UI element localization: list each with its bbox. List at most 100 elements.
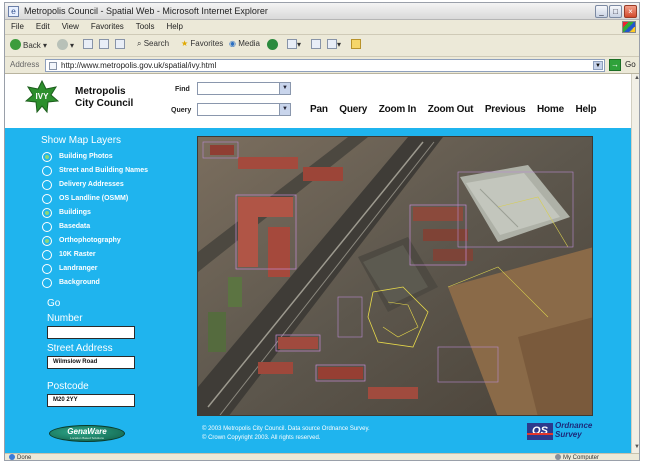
status-text: Done	[9, 454, 31, 460]
map-toolbar-nav: Pan Query Zoom In Zoom Out Previous Home…	[310, 104, 605, 115]
menu-tools[interactable]: Tools	[130, 20, 161, 31]
main-panel: Show Map Layers Building Photos Street a…	[5, 128, 631, 453]
back-button[interactable]: Back ▾	[10, 39, 47, 50]
nav-query[interactable]: Query	[339, 104, 367, 115]
search-button[interactable]: ⌕ Search	[137, 39, 169, 49]
layer-radio[interactable]	[42, 264, 52, 274]
nav-previous[interactable]: Previous	[485, 104, 526, 115]
scroll-up-icon[interactable]: ▲	[633, 75, 639, 83]
minimize-button[interactable]: _	[595, 5, 608, 18]
os-logo-box: OS	[527, 423, 553, 440]
layer-item[interactable]: OS Landline (OSMM)	[41, 193, 148, 207]
address-label: Address	[10, 60, 40, 69]
layer-item[interactable]: Landranger	[41, 263, 148, 277]
aerial-map[interactable]	[197, 136, 593, 416]
history-icon	[267, 39, 278, 50]
layer-radio[interactable]	[42, 222, 52, 232]
maximize-button[interactable]: □	[609, 5, 622, 18]
chevron-down-icon[interactable]: ▼	[279, 104, 290, 115]
nav-help[interactable]: Help	[576, 104, 597, 115]
find-label: Find	[175, 86, 190, 93]
scroll-down-icon[interactable]: ▼	[633, 444, 639, 452]
layer-item[interactable]: Delivery Addresses	[41, 179, 148, 193]
site-header: IVY Metropolis City Council Find ▼ Query…	[5, 74, 631, 128]
number-input[interactable]	[47, 326, 135, 339]
edit-icon	[327, 39, 337, 49]
zone-text: My Computer	[554, 454, 599, 460]
favorites-button[interactable]: ★ Favorites	[181, 39, 223, 48]
query-label: Query	[171, 107, 192, 114]
layer-item[interactable]: 10K Raster	[41, 249, 148, 263]
go-button[interactable]: Go	[625, 60, 636, 69]
nav-zoom-in[interactable]: Zoom In	[379, 104, 417, 115]
print-button[interactable]	[311, 39, 321, 49]
menu-favorites[interactable]: Favorites	[85, 20, 130, 31]
refresh-button[interactable]	[99, 39, 109, 49]
edit-button[interactable]: ▾	[327, 39, 341, 49]
mail-icon	[287, 39, 297, 49]
query-select[interactable]: ▼	[197, 103, 291, 116]
layer-radio[interactable]	[42, 194, 52, 204]
go-link[interactable]: Go	[47, 298, 60, 309]
ie-icon: e	[8, 6, 19, 17]
mail-button[interactable]: ▾	[287, 39, 301, 49]
history-button[interactable]	[267, 39, 280, 50]
layer-radio[interactable]	[42, 180, 52, 190]
menu-help[interactable]: Help	[160, 20, 188, 31]
browser-window: e Metropolis Council - Spatial Web - Mic…	[4, 2, 640, 461]
layer-radio[interactable]	[42, 250, 52, 260]
menu-view[interactable]: View	[56, 20, 85, 31]
menu-edit[interactable]: Edit	[30, 20, 56, 31]
star-icon: ★	[181, 39, 189, 48]
layer-item[interactable]: Building Photos	[41, 151, 148, 165]
folder-button[interactable]	[351, 39, 361, 49]
go-arrow-icon[interactable]: →	[609, 59, 621, 71]
nav-zoom-out[interactable]: Zoom Out	[428, 104, 474, 115]
media-button[interactable]: ◉ Media	[229, 39, 260, 48]
layer-radio[interactable]	[42, 166, 52, 176]
chevron-down-icon[interactable]: ▼	[279, 83, 290, 94]
layer-radio[interactable]	[42, 208, 52, 218]
postcode-label: Postcode	[47, 381, 89, 392]
windows-flag-icon	[622, 21, 636, 33]
address-input[interactable]: http://www.metropolis.gov.uk/spatial/ivy…	[45, 59, 605, 72]
street-address-input[interactable]: Wilmslow Road	[47, 356, 135, 369]
stop-icon	[83, 39, 93, 49]
page-status-icon	[9, 454, 15, 460]
close-button[interactable]: ×	[624, 5, 637, 18]
postcode-input[interactable]: M20 2YY	[47, 394, 135, 407]
nav-pan[interactable]: Pan	[310, 104, 328, 115]
layer-radio[interactable]	[42, 278, 52, 288]
layer-radio[interactable]	[42, 152, 52, 162]
forward-button[interactable]: ▾	[57, 39, 74, 50]
orthophoto-image	[198, 137, 592, 415]
layer-item[interactable]: Street and Building Names	[41, 165, 148, 179]
layer-item[interactable]: Orthophotography	[41, 235, 148, 249]
stop-button[interactable]	[83, 39, 93, 49]
layer-item[interactable]: Buildings	[41, 207, 148, 221]
address-bar: Address http://www.metropolis.gov.uk/spa…	[5, 57, 639, 74]
home-button[interactable]	[115, 39, 125, 49]
folder-icon	[351, 39, 361, 49]
layer-item[interactable]: Background	[41, 277, 148, 291]
street-address-label: Street Address	[47, 343, 113, 354]
menu-file[interactable]: File	[5, 20, 30, 31]
logo-text: IVY	[36, 92, 50, 101]
computer-icon	[554, 454, 561, 460]
copyright-notice: © 2003 Metropolis City Council. Data sou…	[202, 426, 370, 441]
page-viewport: IVY Metropolis City Council Find ▼ Query…	[5, 74, 631, 453]
layer-item[interactable]: Basedata	[41, 221, 148, 235]
genaware-logo[interactable]: GenaWare Location Based Solutions	[49, 425, 125, 442]
back-arrow-icon	[10, 39, 21, 50]
window-title: Metropolis Council - Spatial Web - Micro…	[24, 6, 268, 16]
print-icon	[311, 39, 321, 49]
layers-title: Show Map Layers	[41, 135, 122, 146]
vertical-scrollbar[interactable]: ▲ ▼	[631, 74, 639, 453]
nav-home[interactable]: Home	[537, 104, 564, 115]
home-icon	[115, 39, 125, 49]
layer-radio[interactable]	[42, 236, 52, 246]
find-select[interactable]: ▼	[197, 82, 291, 95]
status-bar: Done My Computer	[5, 453, 639, 460]
address-dropdown-icon[interactable]: ▼	[593, 61, 603, 70]
address-url: http://www.metropolis.gov.uk/spatial/ivy…	[61, 61, 217, 70]
